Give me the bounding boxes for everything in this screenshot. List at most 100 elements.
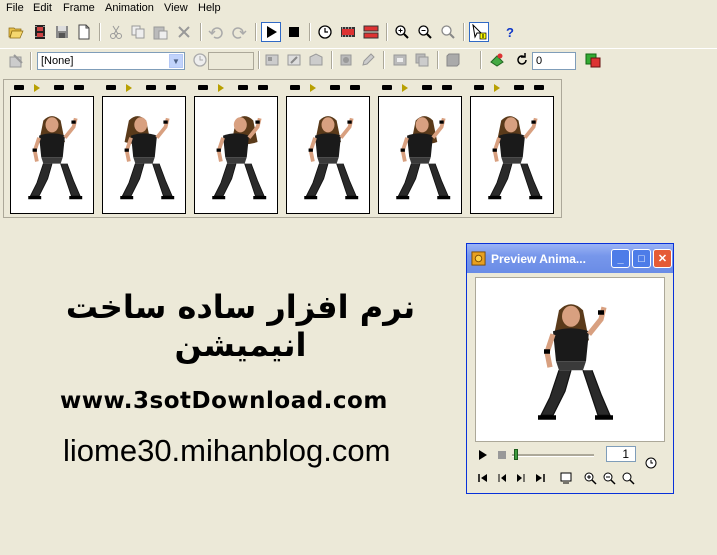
preview-canvas bbox=[475, 277, 665, 442]
info-cursor-icon[interactable] bbox=[469, 22, 489, 42]
loop-count-value: 0 bbox=[536, 55, 543, 67]
ruler-mark bbox=[198, 85, 208, 90]
undo-icon[interactable] bbox=[206, 22, 226, 42]
filmstrip-panel bbox=[3, 79, 562, 218]
previous-frame-icon[interactable] bbox=[495, 471, 509, 485]
animation-frame[interactable] bbox=[102, 96, 186, 214]
menu-file[interactable]: File bbox=[6, 2, 24, 14]
filmstrip-new-icon[interactable] bbox=[30, 22, 50, 42]
frames-red-icon[interactable] bbox=[338, 22, 358, 42]
frame-marker-icon bbox=[402, 84, 408, 92]
ruler-mark bbox=[14, 85, 24, 90]
zoom-out-icon[interactable] bbox=[415, 22, 435, 42]
ruler-mark bbox=[350, 85, 360, 90]
animation-frame[interactable] bbox=[286, 96, 370, 214]
ruler-mark bbox=[166, 85, 176, 90]
frames-split-icon[interactable] bbox=[361, 22, 381, 42]
frame-copy-icon[interactable] bbox=[412, 50, 432, 70]
chevron-down-icon[interactable]: ▼ bbox=[169, 54, 183, 68]
menu-animation[interactable]: Animation bbox=[105, 2, 154, 14]
preview-speed-icon[interactable] bbox=[644, 456, 658, 470]
pencil-icon[interactable] bbox=[358, 50, 378, 70]
main-toolbar: ? bbox=[0, 20, 717, 44]
loop-count-field[interactable]: 0 bbox=[532, 52, 576, 70]
clock-disabled-icon bbox=[190, 50, 210, 70]
optimize-icon[interactable] bbox=[583, 50, 603, 70]
redo-icon[interactable] bbox=[229, 22, 249, 42]
play-icon[interactable] bbox=[261, 22, 281, 42]
open-icon[interactable] bbox=[6, 22, 26, 42]
maximize-button[interactable]: □ bbox=[632, 249, 651, 268]
animation-frame[interactable] bbox=[470, 96, 554, 214]
frame-layer-icon[interactable] bbox=[443, 50, 463, 70]
ruler-mark bbox=[54, 85, 64, 90]
ruler-mark bbox=[422, 85, 432, 90]
ruler-mark bbox=[382, 85, 392, 90]
frame-marker-icon bbox=[310, 84, 316, 92]
animation-frame[interactable] bbox=[194, 96, 278, 214]
cut-icon[interactable] bbox=[106, 22, 126, 42]
frame-move-icon[interactable] bbox=[390, 50, 410, 70]
delay-field bbox=[208, 52, 254, 70]
menu-help[interactable]: Help bbox=[198, 2, 221, 14]
preview-zoom-in-icon[interactable] bbox=[583, 471, 597, 485]
animation-frame[interactable] bbox=[378, 96, 462, 214]
timeline-handle[interactable] bbox=[514, 449, 518, 460]
preview-titlebar[interactable]: Preview Anima... _ □ ✕ bbox=[467, 244, 673, 273]
preview-zoom-out-icon[interactable] bbox=[602, 471, 616, 485]
preview-play-icon[interactable] bbox=[476, 448, 490, 462]
ruler-mark bbox=[442, 85, 452, 90]
frame-marker-icon bbox=[126, 84, 132, 92]
blog-text: liome30.mihanblog.com bbox=[63, 433, 391, 468]
frame-shape-icon[interactable] bbox=[306, 50, 326, 70]
ruler-mark bbox=[330, 85, 340, 90]
ruler-mark bbox=[258, 85, 268, 90]
frame-marker-icon bbox=[34, 84, 40, 92]
frame-delay-combo[interactable]: [None] ▼ bbox=[37, 52, 185, 70]
new-document-icon[interactable] bbox=[74, 22, 94, 42]
stop-icon[interactable] bbox=[284, 22, 304, 42]
properties-icon[interactable] bbox=[6, 51, 26, 71]
first-frame-icon[interactable] bbox=[476, 471, 490, 485]
loop-icon[interactable] bbox=[512, 50, 532, 70]
preview-timeline[interactable] bbox=[512, 449, 594, 460]
zoom-in-icon[interactable] bbox=[392, 22, 412, 42]
ruler-mark bbox=[238, 85, 248, 90]
delete-icon[interactable] bbox=[174, 22, 194, 42]
menu-edit[interactable]: Edit bbox=[33, 2, 52, 14]
ruler-mark bbox=[74, 85, 84, 90]
menu-view[interactable]: View bbox=[164, 2, 188, 14]
clock-icon[interactable] bbox=[315, 22, 335, 42]
ruler-mark bbox=[534, 85, 544, 90]
website-text: www.3sotDownload.com bbox=[60, 388, 388, 414]
close-button[interactable]: ✕ bbox=[653, 249, 672, 268]
preview-frame-number[interactable]: 1 bbox=[606, 446, 636, 462]
ruler-mark bbox=[106, 85, 116, 90]
preview-title: Preview Anima... bbox=[491, 252, 586, 266]
paste-icon[interactable] bbox=[150, 22, 170, 42]
menu-frame[interactable]: Frame bbox=[63, 2, 95, 14]
preview-window: Preview Anima... _ □ ✕ 1 bbox=[466, 243, 674, 494]
zoom-reset-icon[interactable] bbox=[438, 22, 458, 42]
copy-icon[interactable] bbox=[128, 22, 148, 42]
ruler-mark bbox=[474, 85, 484, 90]
persian-title: نرم افزار ساده ساخت انیمیشن bbox=[65, 288, 416, 364]
frame-props-icon[interactable] bbox=[262, 50, 282, 70]
frame-marker-icon bbox=[218, 84, 224, 92]
svg-text:?: ? bbox=[506, 25, 514, 40]
preview-zoom-reset-icon[interactable] bbox=[621, 471, 635, 485]
menu-bar: File Edit Frame Animation View Help bbox=[0, 0, 717, 18]
preview-stop-icon[interactable] bbox=[495, 448, 509, 462]
frame-delay-value: [None] bbox=[41, 55, 74, 67]
fit-screen-icon[interactable] bbox=[559, 471, 573, 485]
last-frame-icon[interactable] bbox=[533, 471, 547, 485]
loop-color-icon[interactable] bbox=[487, 50, 507, 70]
help-icon[interactable]: ? bbox=[500, 22, 520, 42]
save-icon[interactable] bbox=[52, 22, 72, 42]
animation-frame[interactable] bbox=[10, 96, 94, 214]
stamp-icon[interactable] bbox=[336, 50, 356, 70]
minimize-button[interactable]: _ bbox=[611, 249, 630, 268]
ruler-mark bbox=[146, 85, 156, 90]
next-frame-icon[interactable] bbox=[514, 471, 528, 485]
frame-edit-icon[interactable] bbox=[284, 50, 304, 70]
